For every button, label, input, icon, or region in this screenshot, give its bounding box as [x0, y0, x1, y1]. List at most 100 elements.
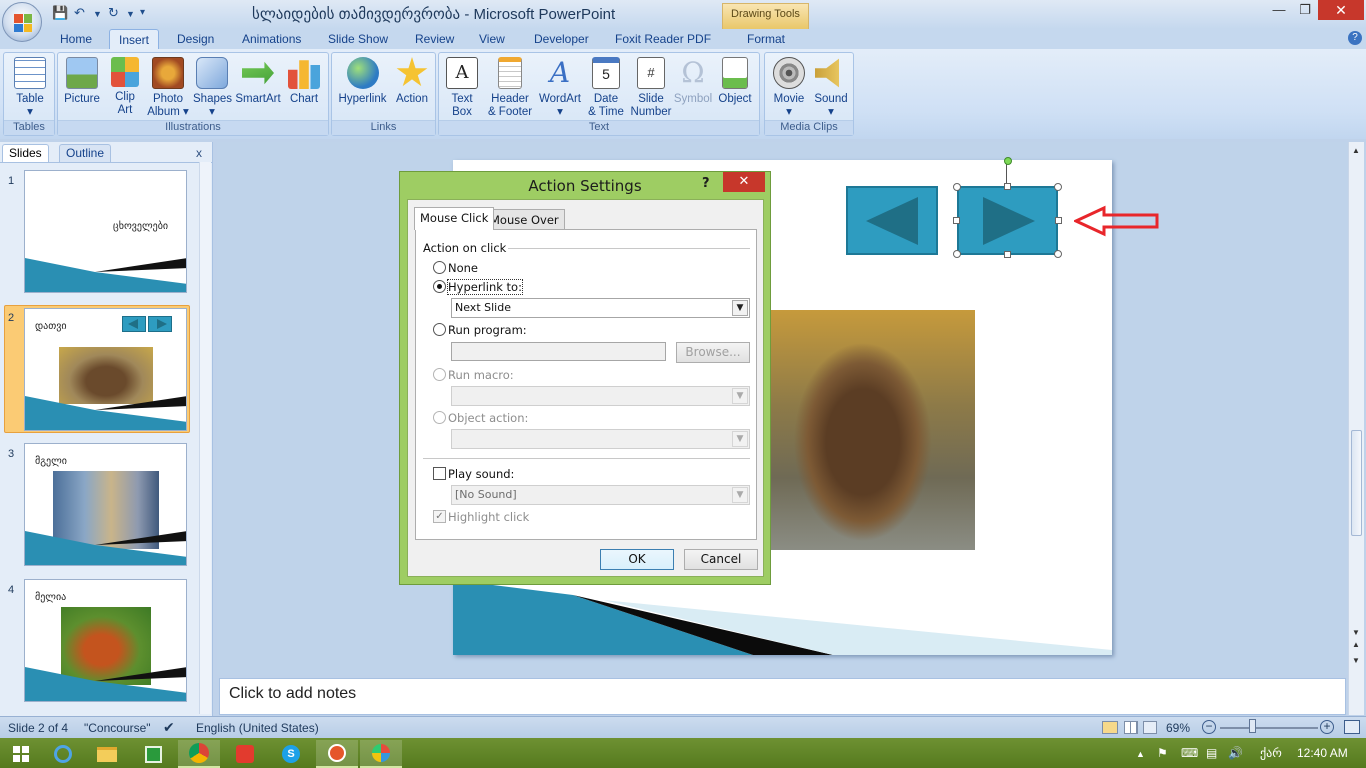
ok-button[interactable]: OK [600, 549, 674, 570]
slide-thumbnail-3[interactable]: მგელი [24, 443, 187, 566]
theme-name[interactable]: "Concourse" [84, 721, 151, 735]
tab-mouse-click[interactable]: Mouse Click [414, 207, 495, 230]
fit-to-window-icon[interactable] [1344, 720, 1360, 734]
tab-outline[interactable]: Outline [59, 144, 112, 162]
tab-slide-show[interactable]: Slide Show [328, 32, 388, 46]
zoom-out-icon[interactable]: − [1202, 720, 1216, 734]
main-vertical-scrollbar[interactable]: ▲ ▼ ▲ ▼ [1348, 142, 1364, 715]
zoom-in-icon[interactable]: + [1320, 720, 1334, 734]
restore-icon[interactable]: ❐ [1292, 2, 1318, 18]
save-icon[interactable]: 💾 [52, 5, 68, 21]
tab-developer[interactable]: Developer [534, 32, 589, 46]
customize-qat-icon[interactable]: ▾ [140, 7, 145, 18]
office-button[interactable] [2, 2, 42, 42]
slide-thumbnail-2[interactable]: დათვი [24, 308, 187, 431]
hyperlink-button[interactable]: Hyperlink [335, 55, 390, 106]
undo-dropdown-icon[interactable]: ▼ [93, 9, 102, 19]
play-sound-checkbox[interactable] [433, 467, 446, 480]
resize-handle[interactable] [1054, 250, 1062, 258]
resize-handle[interactable] [1055, 217, 1062, 224]
object-action-select[interactable]: ▼ [451, 429, 750, 449]
store-icon[interactable] [132, 740, 174, 768]
smartart-button[interactable]: SmartArt [235, 55, 281, 106]
zoom-slider-thumb[interactable] [1249, 719, 1256, 733]
sound-button[interactable]: Sound ▾ [811, 55, 851, 119]
scroll-down-icon[interactable]: ▼ [1352, 628, 1360, 637]
run-macro-radio[interactable] [433, 368, 446, 381]
powerpoint-taskbar-icon[interactable] [316, 740, 358, 768]
sound-select[interactable]: [No Sound] ▼ [451, 485, 750, 505]
picture-button[interactable]: Picture [62, 55, 102, 106]
run-program-radio[interactable] [433, 323, 446, 336]
tab-design[interactable]: Design [177, 32, 214, 46]
previous-slide-icon[interactable]: ▲ [1352, 640, 1360, 649]
slide-number-button[interactable]: # Slide Number [629, 55, 673, 119]
tab-animations[interactable]: Animations [242, 32, 301, 46]
help-icon[interactable]: ? [1348, 31, 1362, 45]
date-time-button[interactable]: 5 Date & Time [586, 55, 626, 119]
resize-handle[interactable] [1054, 183, 1062, 191]
tab-foxit-reader-pdf[interactable]: Foxit Reader PDF [615, 32, 711, 46]
browse-button[interactable]: Browse... [676, 342, 750, 363]
macro-select[interactable]: ▼ [451, 386, 750, 406]
spelling-check-icon[interactable]: ✔ [163, 719, 175, 736]
volume-icon[interactable]: 🔊 [1228, 746, 1243, 760]
tab-insert[interactable]: Insert [109, 29, 160, 50]
tab-view[interactable]: View [479, 32, 505, 46]
hyperlink-to-radio[interactable] [433, 280, 446, 293]
help-icon[interactable]: ? [702, 176, 710, 191]
minimize-icon[interactable]: — [1266, 2, 1292, 17]
scroll-up-icon[interactable]: ▲ [1352, 146, 1360, 155]
photo-album-button[interactable]: Photo Album ▾ [146, 55, 190, 119]
resize-handle[interactable] [953, 250, 961, 258]
internet-explorer-icon[interactable] [42, 740, 84, 768]
next-slide-action-button[interactable] [957, 186, 1058, 255]
chrome-icon[interactable] [178, 740, 220, 768]
resize-handle[interactable] [1004, 183, 1011, 190]
dialog-close-button[interactable]: ✕ [723, 172, 765, 192]
language[interactable]: English (United States) [196, 721, 319, 735]
skype-icon[interactable]: S [270, 740, 312, 768]
object-action-radio[interactable] [433, 411, 446, 424]
redo-icon[interactable]: ↻ [108, 5, 119, 21]
tab-review[interactable]: Review [415, 32, 454, 46]
none-radio[interactable] [433, 261, 446, 274]
scrollbar-thumb[interactable] [1351, 430, 1362, 536]
tab-slides[interactable]: Slides [2, 144, 49, 162]
foxit-reader-icon[interactable] [224, 740, 266, 768]
slide-thumbnail-1[interactable]: ცხოველები [24, 170, 187, 293]
paint-taskbar-icon[interactable] [360, 740, 402, 768]
bear-image[interactable] [771, 310, 975, 550]
slides-panel-scrollbar[interactable] [199, 162, 211, 714]
cancel-button[interactable]: Cancel [684, 549, 758, 570]
clip-art-button[interactable]: Clip Art [108, 55, 142, 117]
file-explorer-icon[interactable] [86, 740, 128, 768]
redo-dropdown-icon[interactable]: ▼ [126, 9, 135, 19]
tab-format[interactable]: Format [747, 32, 785, 46]
start-button[interactable] [0, 740, 42, 768]
header-footer-button[interactable]: Header & Footer [485, 55, 535, 119]
action-button[interactable]: Action [392, 55, 432, 106]
shapes-button[interactable]: Shapes ▾ [193, 55, 232, 119]
movie-button[interactable]: Movie ▾ [769, 55, 809, 119]
close-panel-icon[interactable]: x [196, 146, 202, 160]
action-center-flag-icon[interactable]: ⚑ [1157, 746, 1168, 760]
slide-thumbnail-4[interactable]: მელია [24, 579, 187, 702]
tab-home[interactable]: Home [60, 32, 92, 46]
resize-handle[interactable] [953, 217, 960, 224]
wordart-button[interactable]: A WordArt ▾ [537, 55, 583, 119]
previous-slide-action-button[interactable] [846, 186, 938, 255]
normal-view-icon[interactable] [1102, 721, 1118, 734]
input-language[interactable]: ქარ [1260, 746, 1282, 760]
keyboard-icon[interactable]: ⌨ [1181, 746, 1198, 760]
slide-show-view-icon[interactable] [1143, 721, 1157, 734]
object-button[interactable]: Object [715, 55, 755, 106]
hyperlink-target-select[interactable]: Next Slide ▼ [451, 298, 750, 318]
tab-mouse-over[interactable]: Mouse Over [484, 209, 565, 230]
program-path-input[interactable] [451, 342, 666, 361]
slide-sorter-view-icon[interactable] [1124, 721, 1138, 734]
network-icon[interactable]: ▤ [1206, 746, 1217, 760]
next-slide-icon[interactable]: ▼ [1352, 656, 1360, 665]
rotation-handle[interactable] [1004, 157, 1012, 165]
resize-handle[interactable] [953, 183, 961, 191]
